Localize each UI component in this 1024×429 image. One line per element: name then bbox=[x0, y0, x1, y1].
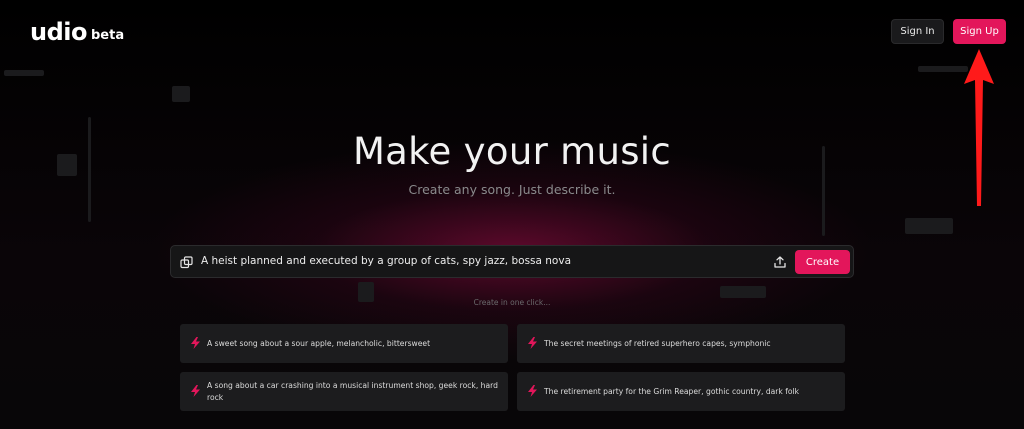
logo-beta-badge: beta bbox=[90, 28, 125, 43]
suggestion-text: A sweet song about a sour apple, melanch… bbox=[207, 338, 431, 348]
decorative-block bbox=[918, 66, 968, 72]
background bbox=[0, 0, 1024, 429]
suggestion-text: The retirement party for the Grim Reaper… bbox=[544, 386, 800, 396]
lightning-bolt-icon bbox=[191, 385, 200, 397]
suggestion-card[interactable]: The retirement party for the Grim Reaper… bbox=[517, 372, 845, 411]
prompt-bar[interactable]: A heist planned and executed by a group … bbox=[170, 245, 854, 278]
suggestion-card[interactable]: A sweet song about a sour apple, melanch… bbox=[180, 324, 508, 363]
page-title: Make your music bbox=[352, 130, 672, 173]
suggestions-hint: Create in one click... bbox=[473, 298, 551, 307]
logo[interactable]: udio beta bbox=[30, 20, 124, 44]
page-subtitle: Create any song. Just describe it. bbox=[408, 182, 616, 197]
decorative-block bbox=[720, 286, 766, 298]
suggestion-text: The secret meetings of retired superhero… bbox=[544, 338, 771, 348]
sign-up-button[interactable]: Sign Up bbox=[953, 19, 1006, 44]
lightning-bolt-icon bbox=[528, 337, 537, 349]
copy-icon[interactable] bbox=[180, 256, 193, 269]
create-button[interactable]: Create bbox=[795, 250, 850, 274]
suggestion-card[interactable]: A song about a car crashing into a music… bbox=[180, 372, 508, 411]
decorative-block bbox=[172, 86, 190, 102]
lightning-bolt-icon bbox=[191, 337, 200, 349]
upload-icon[interactable] bbox=[773, 255, 787, 269]
decorative-block bbox=[905, 218, 953, 234]
sign-in-button[interactable]: Sign In bbox=[891, 19, 944, 44]
lightning-bolt-icon bbox=[528, 385, 537, 397]
prompt-input[interactable]: A heist planned and executed by a group … bbox=[201, 255, 571, 267]
suggestion-card[interactable]: The secret meetings of retired superhero… bbox=[517, 324, 845, 363]
decorative-block bbox=[4, 70, 44, 76]
logo-wordmark: udio bbox=[30, 18, 87, 46]
suggestion-text: A song about a car crashing into a music… bbox=[207, 380, 498, 402]
